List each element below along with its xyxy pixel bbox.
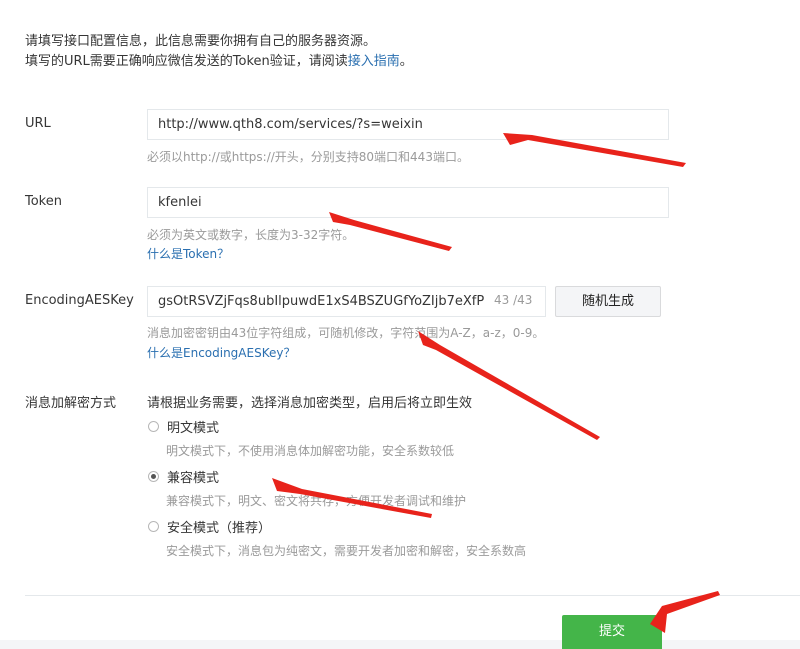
token-help-link[interactable]: 什么是Token？: [147, 245, 229, 262]
aes-help-link[interactable]: 什么是EncodingAESKey？: [147, 344, 295, 361]
intro-line-2-end: 。: [399, 54, 413, 69]
intro-line-2-text: 填写的URL需要正确响应微信发送的Token验证，请阅读: [25, 54, 348, 69]
url-label: URL: [25, 116, 51, 131]
intro-line-2: 填写的URL需要正确响应微信发送的Token验证，请阅读接入指南。: [25, 53, 413, 71]
submit-button[interactable]: 提交: [562, 615, 662, 649]
secure-mode-desc: 安全模式下，消息包为纯密文，需要开发者加密和解密，安全系数高: [166, 544, 527, 558]
aes-label: EncodingAESKey: [25, 293, 134, 308]
radio-label: 明文模式: [167, 421, 220, 436]
aes-char-counter: 43 /43: [494, 293, 533, 307]
compatible-mode-desc: 兼容模式下，明文、密文将共存，方便开发者调试和维护: [166, 494, 467, 508]
radio-compatible-mode[interactable]: 兼容模式: [148, 467, 219, 486]
aes-key-input[interactable]: gsOtRSVZjFqs8ubIlpuwdE1xS4BSZUGfYoZIjb7e…: [147, 286, 546, 317]
radio-secure-mode[interactable]: 安全模式（推荐）: [148, 517, 271, 536]
radio-label: 兼容模式: [167, 471, 220, 486]
aes-tip: 消息加密密钥由43位字符组成，可随机修改，字符范围为A-Z，a-z，0-9。: [147, 326, 545, 340]
footer-bar: [0, 640, 800, 649]
token-tip: 必须为英文或数字，长度为3-32字符。: [147, 228, 355, 242]
random-generate-button[interactable]: 随机生成: [555, 286, 661, 317]
radio-button-icon[interactable]: [148, 421, 159, 432]
radio-plaintext-mode[interactable]: 明文模式: [148, 417, 219, 436]
encryption-description: 请根据业务需要，选择消息加密类型，启用后将立即生效: [147, 396, 473, 411]
encryption-label: 消息加解密方式: [25, 396, 117, 411]
token-input[interactable]: kfenlei: [147, 187, 669, 218]
radio-button-icon[interactable]: [148, 521, 159, 532]
access-guide-link[interactable]: 接入指南: [348, 54, 400, 69]
radio-button-checked-icon[interactable]: [148, 471, 159, 482]
url-input[interactable]: http://www.qth8.com/services/?s=weixin: [147, 109, 669, 140]
intro-line-1: 请填写接口配置信息，此信息需要你拥有自己的服务器资源。: [25, 34, 377, 49]
url-tip: 必须以http://或https://开头，分别支持80端口和443端口。: [147, 150, 469, 164]
form-divider: [25, 595, 800, 596]
plaintext-mode-desc: 明文模式下，不使用消息体加解密功能，安全系数较低: [166, 444, 455, 458]
radio-label: 安全模式（推荐）: [167, 521, 272, 536]
arrow-to-aes-icon: [418, 331, 600, 440]
token-label: Token: [25, 194, 62, 209]
